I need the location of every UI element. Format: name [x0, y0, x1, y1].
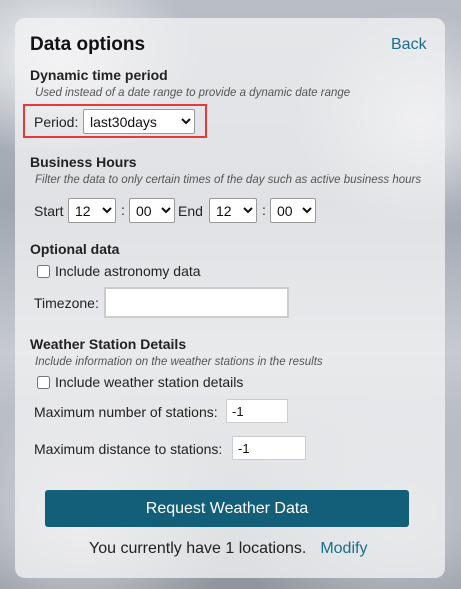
max-distance-input[interactable] [232, 436, 306, 460]
station-details-row[interactable]: Include weather station details [37, 374, 243, 390]
modify-link[interactable]: Modify [320, 540, 367, 557]
max-stations-input[interactable] [226, 399, 288, 423]
page-title: Data options [30, 34, 146, 55]
period-select[interactable]: last30days [83, 109, 195, 134]
end-hour-select[interactable]: 12 [209, 198, 257, 223]
period-label: Period: [34, 114, 79, 130]
station-details-checkbox[interactable] [37, 375, 50, 389]
timezone-input[interactable] [104, 287, 289, 318]
start-hour-select[interactable]: 12 [68, 198, 116, 223]
station-details-heading: Weather Station Details [30, 336, 187, 352]
locations-footer: You currently have 1 locations. Modify [89, 540, 367, 558]
end-label: End [178, 203, 203, 219]
business-hours-note: Filter the data to only certain times of… [35, 174, 422, 186]
astronomy-row[interactable]: Include astronomy data [37, 263, 201, 279]
business-hours-heading: Business Hours [30, 154, 137, 170]
timezone-label: Timezone: [34, 295, 99, 311]
start-label: Start [34, 203, 64, 219]
dynamic-time-heading: Dynamic time period [30, 67, 168, 83]
station-details-label[interactable]: Include weather station details [55, 374, 243, 390]
astronomy-checkbox[interactable] [37, 264, 50, 278]
data-options-panel: Data options Back Dynamic time period Us… [15, 18, 445, 578]
end-time-colon: : [262, 202, 266, 218]
request-weather-data-button[interactable]: Request Weather Data [45, 490, 409, 527]
end-minute-select[interactable]: 00 [270, 198, 316, 223]
max-distance-label: Maximum distance to stations: [34, 441, 223, 457]
max-stations-label: Maximum number of stations: [34, 404, 218, 420]
start-minute-select[interactable]: 00 [129, 198, 175, 223]
dynamic-time-note: Used instead of a date range to provide … [35, 87, 351, 99]
station-details-note: Include information on the weather stati… [35, 356, 323, 368]
back-link[interactable]: Back [391, 36, 427, 54]
optional-data-heading: Optional data [30, 241, 120, 257]
start-time-colon: : [121, 202, 125, 218]
astronomy-label[interactable]: Include astronomy data [55, 263, 201, 279]
locations-count-text: You currently have 1 locations. [89, 540, 307, 557]
